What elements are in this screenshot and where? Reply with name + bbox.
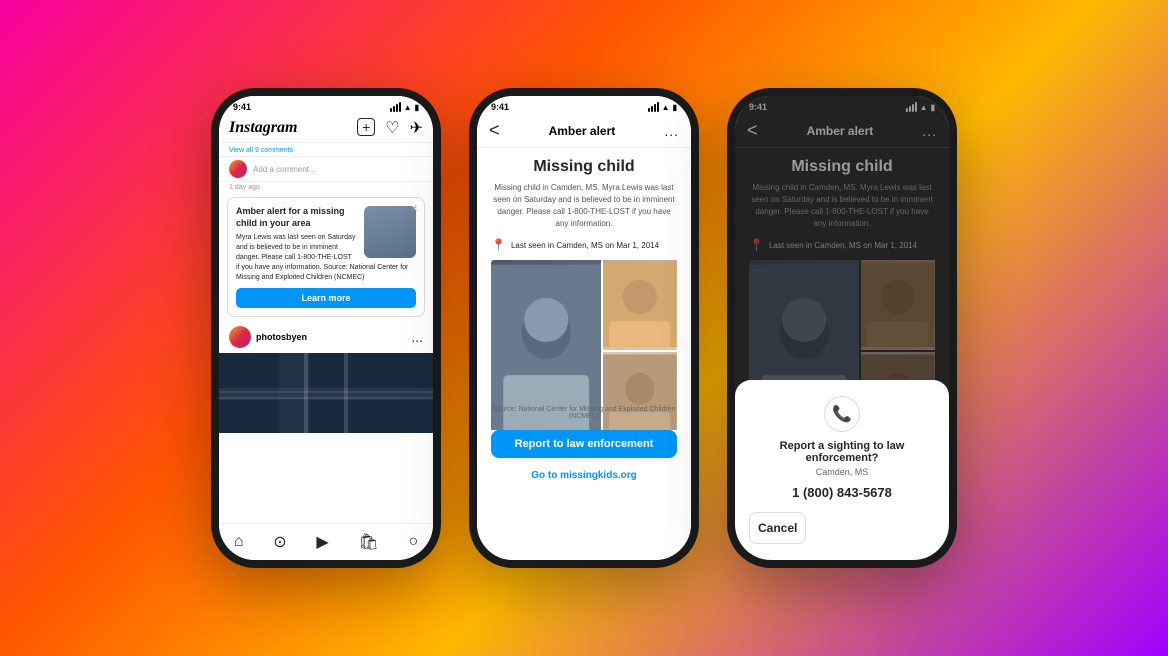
post-user: photosbyen — [229, 326, 307, 348]
battery-icon-1: ▮ — [415, 103, 419, 112]
detail-content-2: Missing child Missing child in Camden, M… — [477, 148, 691, 430]
phone-3: 9:41 ▲ ▮ < Amber alert ... — [727, 88, 957, 568]
notifications-icon[interactable]: ♡ — [385, 118, 399, 138]
phone-2: 9:41 ▲ ▮ < Amber alert ... — [469, 88, 699, 568]
modal-overlay: 📞 Report a sighting to law enforcement? … — [735, 96, 949, 560]
back-button-2[interactable]: < — [489, 120, 500, 141]
photo-side-2-2 — [603, 352, 677, 430]
detail-title-2: Amber alert — [549, 124, 616, 138]
phone-1-screen: 9:41 ▲ ▮ Instagram + ♡ — [219, 96, 433, 560]
photo-grid-2 — [491, 260, 677, 400]
detail-header-2: < Amber alert ... — [477, 114, 691, 148]
more-button-2[interactable]: ... — [664, 123, 679, 139]
add-post-icon[interactable]: + — [357, 118, 375, 136]
learn-more-button[interactable]: Learn more — [236, 288, 416, 308]
battery-icon-2: ▮ — [673, 103, 677, 112]
modal-cancel-button[interactable]: Cancel — [749, 512, 806, 544]
comments-section[interactable]: View all 9 comments — [219, 143, 433, 156]
side-photo-svg-1 — [603, 260, 677, 350]
signal-bar-2-2 — [651, 106, 653, 112]
phone-2-screen: 9:41 ▲ ▮ < Amber alert ... — [477, 96, 691, 560]
status-icons-2: ▲ ▮ — [648, 102, 677, 112]
report-law-enforcement-button[interactable]: Report to law enforcement — [491, 430, 677, 458]
photo-main-2 — [491, 260, 601, 430]
signal-bar-2 — [393, 106, 395, 112]
post-more-icon[interactable]: ... — [411, 329, 423, 345]
time-2: 9:41 — [491, 102, 509, 112]
photo-side-2-1 — [603, 260, 677, 350]
nav-profile-icon[interactable]: ○ — [408, 533, 418, 551]
post-image — [219, 353, 433, 433]
location-icon-2: 📍 — [491, 238, 506, 252]
signal-bar-2-4 — [657, 102, 659, 112]
modal-phone-icon: 📞 — [824, 396, 860, 432]
location-row-2: 📍 Last seen in Camden, MS on Mar 1, 2014 — [491, 238, 677, 252]
missing-child-desc-2: Missing child in Camden, MS. Myra Lewis … — [491, 182, 677, 230]
wifi-icon-1: ▲ — [404, 103, 412, 112]
modal-card: 📞 Report a sighting to law enforcement? … — [735, 380, 949, 560]
time-1: 9:41 — [233, 102, 251, 112]
ig-header-icons: + ♡ ✈ — [357, 118, 423, 138]
time-ago: 1 day ago — [219, 182, 433, 193]
messages-icon[interactable]: ✈ — [410, 118, 423, 138]
post-username: photosbyen — [256, 332, 307, 342]
wifi-icon-2: ▲ — [662, 103, 670, 112]
post-header: photosbyen ... — [219, 321, 433, 353]
missingkids-link[interactable]: Go to missingkids.org — [477, 466, 691, 485]
nav-home-icon[interactable]: ⌂ — [234, 533, 244, 551]
amber-photo-small — [364, 206, 416, 258]
phone-1: 9:41 ▲ ▮ Instagram + ♡ — [211, 88, 441, 568]
post-image-svg — [219, 353, 433, 433]
instagram-logo: Instagram — [229, 119, 297, 137]
signal-bar-2-3 — [654, 104, 656, 112]
status-icons-1: ▲ ▮ — [390, 102, 419, 112]
nav-search-icon[interactable]: ⊙ — [273, 532, 286, 552]
status-bar-1: 9:41 ▲ ▮ — [219, 96, 433, 114]
user-avatar-sm — [229, 160, 247, 178]
signal-bar-3 — [396, 104, 398, 112]
amber-alert-card: ✕ Amber alert for a missing child in you… — [227, 197, 425, 317]
nav-shop-icon[interactable]: 🛍 — [358, 532, 378, 552]
signal-bars-1 — [390, 102, 401, 112]
nav-reels-icon[interactable]: ▶ — [316, 532, 328, 552]
modal-location: Camden, MS — [749, 467, 935, 477]
missing-child-title-2: Missing child — [491, 158, 677, 176]
main-photo-svg — [491, 260, 601, 430]
signal-bar-2-1 — [648, 108, 650, 112]
bottom-nav: ⌂ ⊙ ▶ 🛍 ○ — [219, 523, 433, 560]
location-text-2: Last seen in Camden, MS on Mar 1, 2014 — [511, 241, 659, 250]
status-bar-2: 9:41 ▲ ▮ — [477, 96, 691, 114]
signal-bars-2 — [648, 102, 659, 112]
amber-close-btn[interactable]: ✕ — [410, 204, 418, 215]
ig-header: Instagram + ♡ ✈ — [219, 114, 433, 143]
signal-bar-1 — [390, 108, 392, 112]
signal-bar-4 — [399, 102, 401, 112]
add-comment-row[interactable]: Add a comment... — [219, 156, 433, 182]
modal-question: Report a sighting to law enforcement? — [749, 440, 935, 464]
post-user-avatar — [229, 326, 251, 348]
side-photo-svg-2 — [603, 352, 677, 430]
modal-phone-number: 1 (800) 843-5678 — [749, 485, 935, 500]
phone-3-screen: 9:41 ▲ ▮ < Amber alert ... — [735, 96, 949, 560]
phones-container: 9:41 ▲ ▮ Instagram + ♡ — [211, 88, 957, 568]
comment-placeholder: Add a comment... — [253, 165, 316, 174]
